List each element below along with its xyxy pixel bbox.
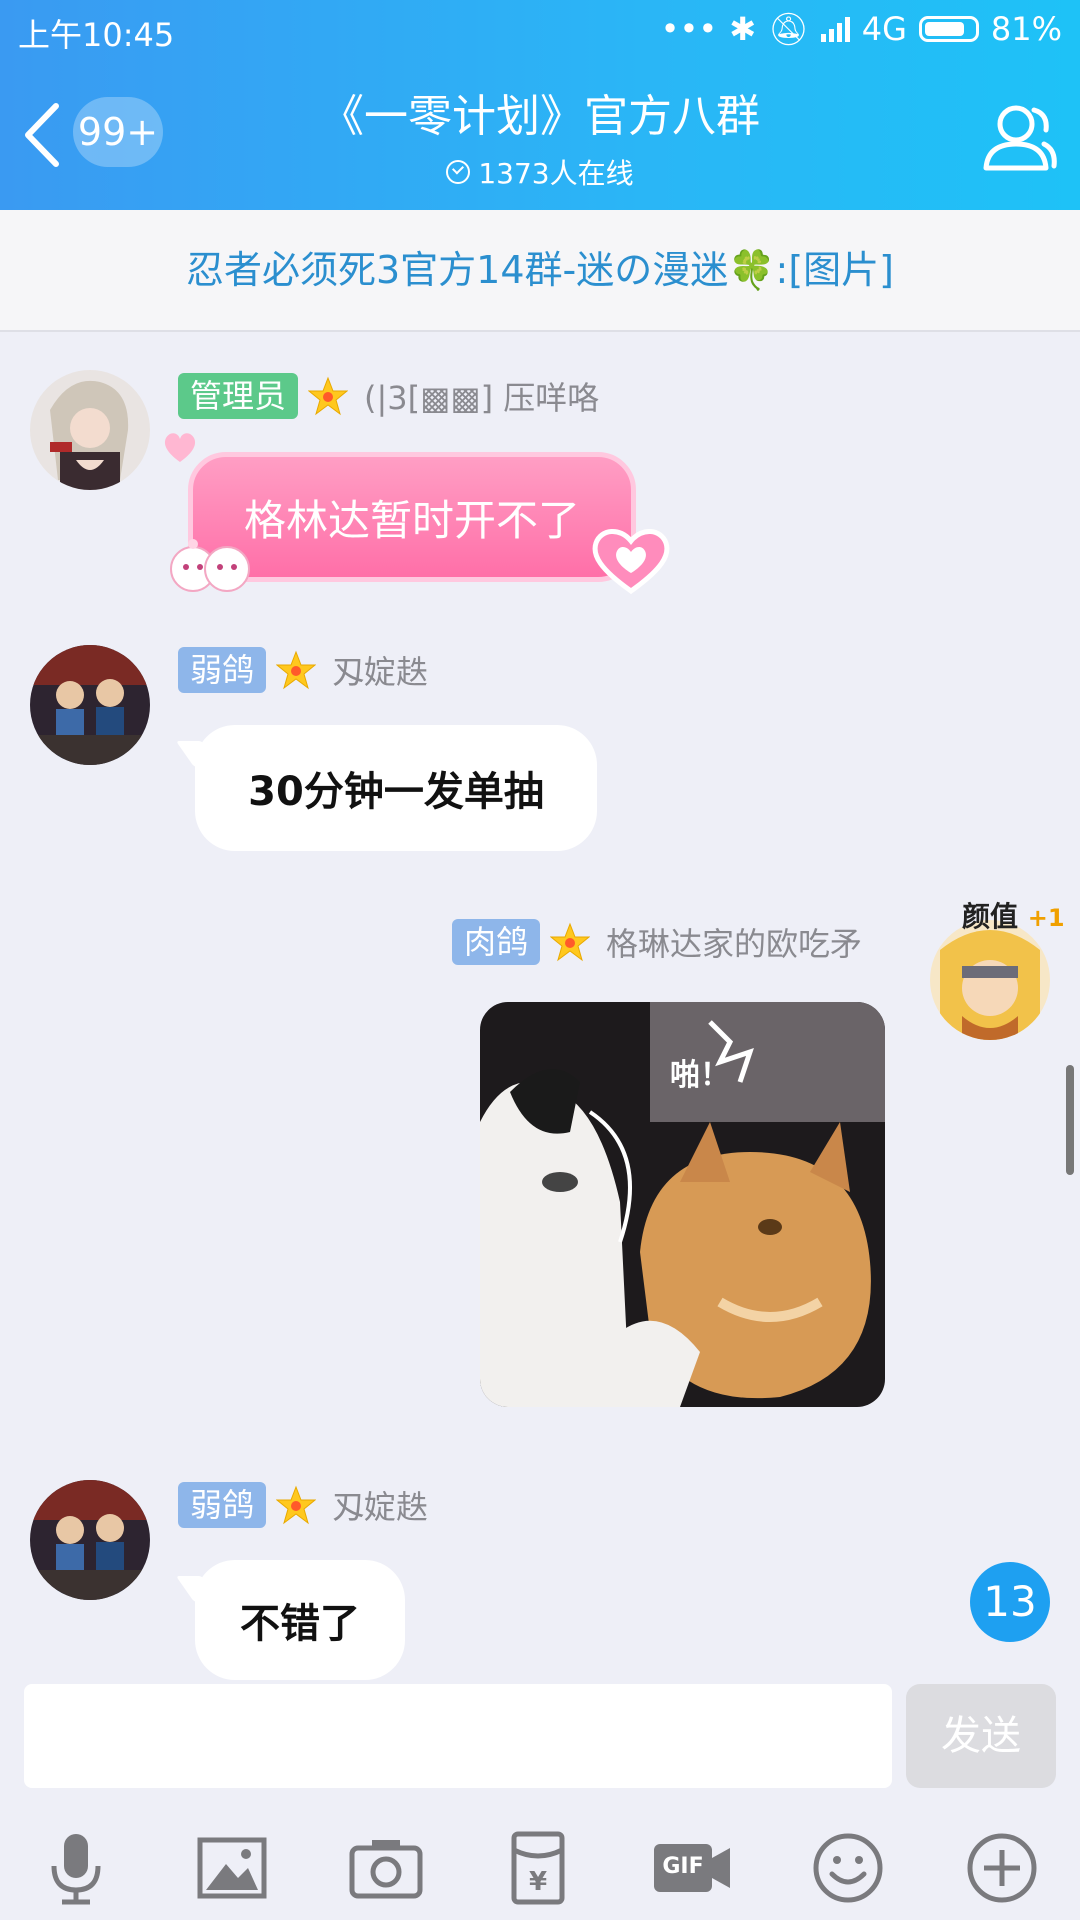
avatar[interactable]: [30, 1480, 150, 1600]
image-caption: 啪！: [670, 1058, 730, 1093]
plus-icon[interactable]: [962, 1828, 1042, 1908]
image-picker-icon[interactable]: [192, 1828, 272, 1908]
bubble-heart-decoration: [592, 529, 670, 595]
camera-icon[interactable]: [346, 1828, 426, 1908]
bubble-cat-decoration: [170, 539, 250, 592]
online-count: 1373人在线: [0, 152, 1080, 192]
top-bar: 上午10:45 ••• ✱ 🔕︎ 4G 81% 99+ 《一零计划》官方八群 1…: [0, 0, 1080, 210]
mute-icon: 🔕︎: [768, 10, 809, 48]
online-check-icon: [446, 160, 471, 184]
sender-name[interactable]: 刄婝趃: [332, 1482, 428, 1528]
message-text: 不错了: [240, 1601, 360, 1647]
microphone-icon[interactable]: [36, 1828, 116, 1908]
avatar-tag: 颜值 +1: [962, 895, 1065, 935]
group-members-icon[interactable]: [980, 96, 1058, 176]
message-bubble[interactable]: 格林达暂时开不了: [188, 452, 636, 582]
pinned-notice[interactable]: 忍者必须死3官方14群-迷の漫迷🍀:[图片]: [0, 210, 1080, 332]
signal-icon: [820, 16, 850, 42]
level-badge: 肉鸽: [452, 919, 541, 965]
sender-name[interactable]: (|3[▩▩] 压咩咯: [364, 373, 599, 419]
sender-name[interactable]: 刄婝趃: [332, 647, 428, 693]
send-button[interactable]: 发送: [906, 1684, 1056, 1788]
avatar-tag-extra: +1: [1027, 904, 1065, 932]
new-messages-badge[interactable]: 13: [970, 1562, 1050, 1642]
message-text: 格林达暂时开不了: [243, 495, 580, 545]
battery-icon: [918, 16, 979, 42]
level-badge: 弱鸽: [178, 647, 267, 693]
chat-header: 99+ 《一零计划》官方八群 1373人在线: [0, 60, 1080, 210]
sender-meta: 弱鸽 刄婝趃: [178, 646, 428, 694]
status-time: 上午10:45: [18, 16, 175, 54]
message-input[interactable]: [24, 1684, 892, 1788]
message-bubble[interactable]: 30分钟一发单抽: [195, 725, 597, 851]
composer: 发送: [0, 1680, 1080, 1790]
sender-meta: 肉鸽 格琳达家的欧吃矛: [452, 918, 862, 966]
avatar-tag-text: 颜值: [962, 900, 1019, 933]
star-icon: [308, 376, 349, 416]
role-badge: 管理员: [178, 373, 299, 419]
network-type: 4G: [861, 10, 907, 48]
image-message[interactable]: 啪！: [480, 1002, 885, 1407]
avatar[interactable]: [30, 370, 150, 490]
gif-icon[interactable]: GIF: [650, 1828, 736, 1908]
online-count-text: 1373人在线: [478, 157, 634, 190]
star-icon: [550, 922, 591, 962]
message-bubble[interactable]: 不错了: [195, 1560, 405, 1680]
star-icon: [276, 650, 317, 690]
sender-meta: 弱鸽 刄婝趃: [178, 1481, 428, 1529]
battery-level: 81%: [990, 10, 1062, 48]
gif-label: GIF: [662, 1854, 704, 1879]
more-dots-icon: •••: [660, 10, 718, 48]
status-bar: 上午10:45 ••• ✱ 🔕︎ 4G 81%: [0, 0, 1080, 60]
star-icon: [276, 1485, 317, 1525]
red-packet-icon[interactable]: ¥: [498, 1828, 578, 1908]
group-title[interactable]: 《一零计划》官方八群: [0, 80, 1080, 144]
sender-name[interactable]: 格琳达家的欧吃矛: [606, 919, 862, 965]
svg-text:¥: ¥: [529, 1867, 547, 1897]
heart-balloon-decoration: [164, 433, 196, 462]
sender-meta: 管理员 (|3[▩▩] 压咩咯: [178, 372, 599, 420]
level-badge: 弱鸽: [178, 1482, 267, 1528]
bluetooth-icon: ✱: [729, 10, 757, 48]
status-icons: ••• ✱ 🔕︎ 4G 81%: [661, 10, 1062, 48]
avatar[interactable]: [30, 645, 150, 765]
notice-text: 忍者必须死3官方14群-迷の漫迷🍀:[图片]: [185, 248, 894, 292]
scrollbar-thumb[interactable]: [1066, 1065, 1074, 1175]
input-toolbar: ¥ GIF: [0, 1810, 1080, 1920]
emoji-icon[interactable]: [808, 1828, 888, 1908]
message-text: 30分钟一发单抽: [248, 769, 544, 815]
avatar[interactable]: [930, 920, 1050, 1040]
